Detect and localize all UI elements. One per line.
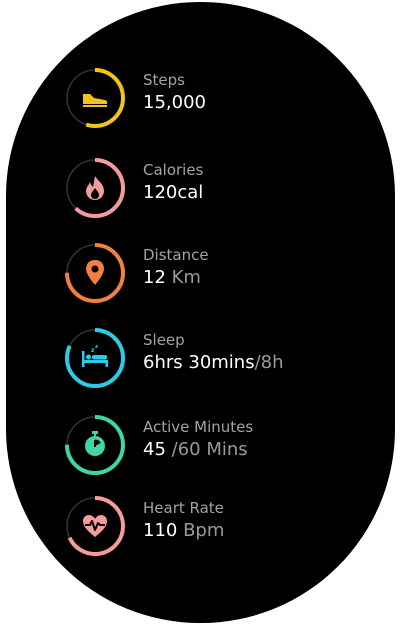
active-minutes-progress-ring: [65, 415, 125, 475]
heart-rate-progress-ring: [65, 496, 125, 556]
stat-value: 12 Km: [143, 267, 201, 288]
stopwatch-icon: [85, 431, 105, 456]
steps-progress-ring: [65, 68, 125, 128]
sleep-progress-ring: z z: [65, 328, 125, 388]
stat-label: Calories: [143, 161, 204, 179]
stat-value: 45 /60 Mins: [143, 439, 248, 460]
stat-active-minutes[interactable]: Active Minutes 45 /60 Mins: [64, 414, 364, 484]
stat-steps[interactable]: Steps 15,000: [64, 67, 364, 137]
stat-distance[interactable]: Distance 12 Km: [64, 242, 364, 312]
stat-heart-rate[interactable]: Heart Rate 110 Bpm: [64, 495, 364, 565]
stat-value: 6hrs 30mins/8h: [143, 352, 284, 373]
flame-icon: [86, 176, 104, 200]
stat-label: Active Minutes: [143, 418, 254, 436]
stat-label: Steps: [143, 71, 185, 89]
stat-label: Sleep: [143, 331, 185, 349]
stat-label: Heart Rate: [143, 499, 224, 517]
heart-rate-icon: [83, 515, 107, 537]
stat-sleep[interactable]: z z Sleep 6hrs 30mins/8h: [64, 327, 364, 397]
stat-value: 15,000: [143, 92, 206, 113]
distance-progress-ring: [65, 243, 125, 303]
bed-icon: z z: [82, 344, 108, 367]
calories-progress-ring: [65, 158, 125, 218]
stat-value: 110 Bpm: [143, 520, 225, 541]
location-pin-icon: [86, 260, 104, 285]
svg-text:z: z: [95, 344, 98, 350]
stat-label: Distance: [143, 246, 209, 264]
watch-screen: Steps 15,000 Calories 120cal Distance 12…: [6, 2, 395, 623]
stat-calories[interactable]: Calories 120cal: [64, 157, 364, 227]
stat-value: 120cal: [143, 182, 204, 203]
shoe-icon: [83, 94, 108, 107]
